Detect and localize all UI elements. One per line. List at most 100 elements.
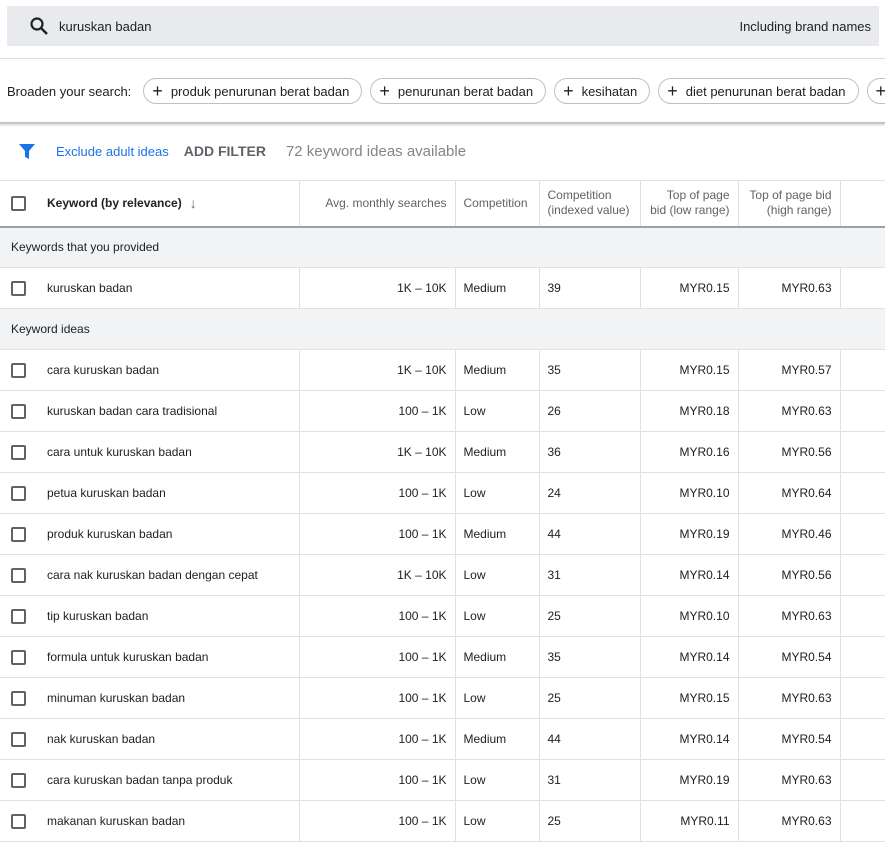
avg-monthly-searches: 100 – 1K	[299, 637, 455, 678]
col-bid-low[interactable]: Top of page bid (low range)	[640, 181, 738, 227]
extra-cell	[840, 391, 885, 432]
table-row: minuman kuruskan badan 100 – 1K Low 25 M…	[0, 678, 885, 719]
col-extra	[840, 181, 885, 227]
row-checkbox[interactable]	[11, 650, 26, 665]
competition-index: 25	[539, 801, 640, 842]
bid-high: MYR0.54	[738, 719, 840, 760]
add-filter-button[interactable]: ADD FILTER	[184, 143, 266, 159]
col-bid-high[interactable]: Top of page bid (high range)	[738, 181, 840, 227]
table-row: cara kuruskan badan tanpa produk 100 – 1…	[0, 760, 885, 801]
broaden-chip[interactable]: +produk penurunan berat badan	[143, 78, 362, 104]
bid-low: MYR0.15	[640, 350, 738, 391]
broaden-chip[interactable]: +kesihatan	[554, 78, 650, 104]
row-checkbox[interactable]	[11, 568, 26, 583]
col-competition-index[interactable]: Competition (indexed value)	[539, 181, 640, 227]
row-checkbox[interactable]	[11, 404, 26, 419]
row-checkbox[interactable]	[11, 486, 26, 501]
row-checkbox[interactable]	[11, 281, 26, 296]
keyword: minuman kuruskan badan	[47, 691, 185, 705]
sort-arrow-down-icon[interactable]: ↓	[190, 196, 197, 211]
bid-low: MYR0.14	[640, 555, 738, 596]
broaden-chip[interactable]: +diet penurunan berat badan	[658, 78, 858, 104]
extra-cell	[840, 596, 885, 637]
competition: Low	[455, 678, 539, 719]
bid-low: MYR0.16	[640, 432, 738, 473]
avg-monthly-searches: 100 – 1K	[299, 719, 455, 760]
competition: Medium	[455, 637, 539, 678]
row-checkbox[interactable]	[11, 445, 26, 460]
avg-monthly-searches: 100 – 1K	[299, 760, 455, 801]
col-keyword[interactable]: Keyword (by relevance)	[47, 196, 182, 211]
keyword-table: Keyword (by relevance) ↓ Avg. monthly sea…	[0, 180, 885, 842]
extra-cell	[840, 637, 885, 678]
search-query[interactable]: kuruskan badan	[59, 19, 152, 34]
bid-low: MYR0.10	[640, 473, 738, 514]
avg-monthly-searches: 1K – 10K	[299, 555, 455, 596]
extra-cell	[840, 719, 885, 760]
extra-cell	[840, 760, 885, 801]
col-avg-searches[interactable]: Avg. monthly searches	[299, 181, 455, 227]
keyword: kuruskan badan cara tradisional	[47, 404, 217, 418]
group-label: Keywords that you provided	[0, 227, 885, 268]
competition: Medium	[455, 268, 539, 309]
competition-index: 31	[539, 760, 640, 801]
filter-bar: Exclude adult ideas ADD FILTER 72 keywor…	[18, 142, 466, 160]
bid-high: MYR0.56	[738, 432, 840, 473]
chip-label: kesihatan	[582, 84, 638, 99]
chip-label: produk penurunan berat badan	[171, 84, 350, 99]
plus-icon: +	[876, 82, 885, 100]
table-row: cara kuruskan badan 1K – 10K Medium 35 M…	[0, 350, 885, 391]
row-checkbox[interactable]	[11, 363, 26, 378]
bid-low: MYR0.19	[640, 760, 738, 801]
plus-icon: +	[379, 82, 390, 100]
table-row: cara untuk kuruskan badan 1K – 10K Mediu…	[0, 432, 885, 473]
competition: Low	[455, 801, 539, 842]
row-checkbox[interactable]	[11, 732, 26, 747]
search-bar[interactable]: kuruskan badan Including brand names	[7, 6, 879, 46]
bid-low: MYR0.14	[640, 637, 738, 678]
table-row: kuruskan badan cara tradisional 100 – 1K…	[0, 391, 885, 432]
keyword: kuruskan badan	[47, 281, 132, 295]
group-header: Keyword ideas	[0, 309, 885, 350]
keyword: cara untuk kuruskan badan	[47, 445, 192, 459]
keyword: formula untuk kuruskan badan	[47, 650, 208, 664]
col-competition[interactable]: Competition	[455, 181, 539, 227]
broaden-chip[interactable]: + penurunan berat badan	[370, 78, 546, 104]
table-row: cara nak kuruskan badan dengan cepat 1K …	[0, 555, 885, 596]
table-row: tip kuruskan badan 100 – 1K Low 25 MYR0.…	[0, 596, 885, 637]
keyword: petua kuruskan badan	[47, 486, 166, 500]
filter-icon[interactable]	[18, 142, 36, 160]
keyword-count: 72 keyword ideas available	[286, 143, 466, 160]
broaden-search: Broaden your search: +produk penurunan b…	[7, 78, 885, 104]
bid-low: MYR0.10	[640, 596, 738, 637]
competition-index: 35	[539, 350, 640, 391]
exclude-adult-ideas-filter[interactable]: Exclude adult ideas	[56, 144, 169, 159]
competition-index: 25	[539, 678, 640, 719]
bid-high: MYR0.64	[738, 473, 840, 514]
keyword: produk kuruskan badan	[47, 527, 172, 541]
chip-label: penurunan berat badan	[398, 84, 533, 99]
row-checkbox[interactable]	[11, 527, 26, 542]
competition: Medium	[455, 350, 539, 391]
competition: Medium	[455, 719, 539, 760]
bid-high: MYR0.63	[738, 801, 840, 842]
bid-high: MYR0.46	[738, 514, 840, 555]
keyword: cara kuruskan badan tanpa produk	[47, 773, 232, 787]
keyword: nak kuruskan badan	[47, 732, 155, 746]
keyword: cara kuruskan badan	[47, 363, 159, 377]
select-all-checkbox[interactable]	[11, 196, 26, 211]
bid-high: MYR0.63	[738, 596, 840, 637]
table-row: petua kuruskan badan 100 – 1K Low 24 MYR…	[0, 473, 885, 514]
broaden-chip-more[interactable]: +	[867, 78, 885, 104]
row-checkbox[interactable]	[11, 773, 26, 788]
table-header: Keyword (by relevance) ↓ Avg. monthly sea…	[0, 181, 885, 227]
row-checkbox[interactable]	[11, 814, 26, 829]
brand-names-toggle[interactable]: Including brand names	[739, 19, 871, 34]
row-checkbox[interactable]	[11, 691, 26, 706]
extra-cell	[840, 268, 885, 309]
keyword: cara nak kuruskan badan dengan cepat	[47, 568, 258, 582]
row-checkbox[interactable]	[11, 609, 26, 624]
avg-monthly-searches: 1K – 10K	[299, 350, 455, 391]
competition: Medium	[455, 432, 539, 473]
extra-cell	[840, 678, 885, 719]
